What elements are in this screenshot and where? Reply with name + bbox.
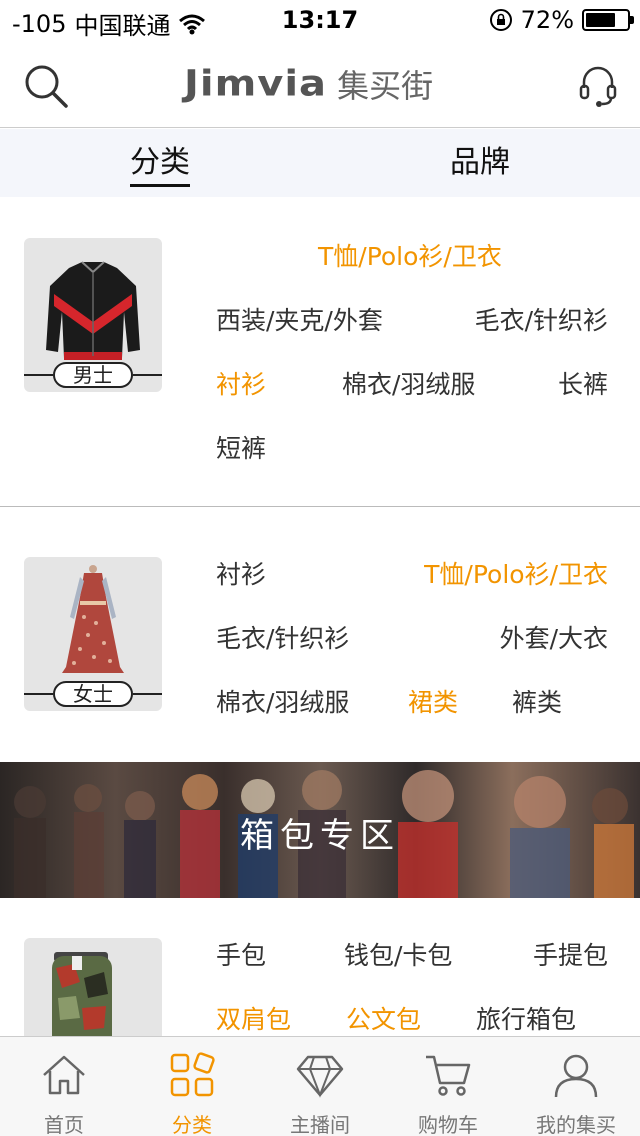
- tabbar-category[interactable]: 分类: [128, 1037, 256, 1136]
- bags-section: 手包 钱包/卡包 手提包 双肩包 公文包 旅行箱包: [0, 898, 640, 1036]
- women-link-coat[interactable]: 外套/大衣: [500, 619, 608, 655]
- women-section: 女士 衬衫 T恤/Polo衫/卫衣 毛衣/针织衫 外套/大衣 棉衣/羽绒服 裙类…: [0, 507, 640, 762]
- tabbar-cart-label: 购物车: [418, 1113, 478, 1136]
- bags-thumbnail[interactable]: [24, 938, 162, 1036]
- label-line-right: [133, 693, 162, 695]
- label-line-left: [24, 693, 53, 695]
- women-link-list: 衬衫 T恤/Polo衫/卫衣 毛衣/针织衫 外套/大衣 棉衣/羽绒服 裙类 裤类: [216, 507, 608, 762]
- men-link-shirt[interactable]: 衬衫: [216, 365, 266, 401]
- cart-icon: [426, 1055, 471, 1096]
- women-link-tshirt[interactable]: T恤/Polo衫/卫衣: [424, 555, 608, 591]
- backpack-image: [52, 952, 112, 1036]
- tab-category[interactable]: 分类: [0, 129, 320, 197]
- men-section: 男士 T恤/Polo衫/卫衣 西装/夹克/外套 毛衣/针织衫 衬衫 棉衣/羽绒服…: [0, 197, 640, 506]
- bags-link-briefcase[interactable]: 公文包: [346, 1000, 421, 1036]
- tabbar-home[interactable]: 首页: [0, 1037, 128, 1136]
- tabbar-profile[interactable]: 我的集买: [512, 1037, 640, 1136]
- men-link-tshirt[interactable]: T恤/Polo衫/卫衣: [318, 237, 502, 273]
- bags-link-backpack[interactable]: 双肩包: [216, 1000, 291, 1036]
- women-link-shirt[interactable]: 衬衫: [216, 555, 266, 591]
- customer-service-icon[interactable]: [578, 64, 618, 108]
- men-link-suit[interactable]: 西装/夹克/外套: [216, 301, 383, 337]
- women-link-skirts[interactable]: 裙类: [408, 683, 458, 719]
- category-grid-icon: [170, 1052, 215, 1097]
- tabbar-live-label: 主播间: [290, 1113, 350, 1136]
- home-icon: [43, 1055, 85, 1095]
- battery-fill: [586, 13, 615, 27]
- women-link-down-jacket[interactable]: 棉衣/羽绒服: [216, 683, 349, 719]
- status-bar: -105 中国联通 13:17 72%: [0, 0, 640, 40]
- bags-link-clutch[interactable]: 手包: [216, 936, 266, 972]
- battery-percent: 72%: [520, 6, 574, 34]
- diamond-icon: [296, 1055, 344, 1098]
- category-tabs: 分类 品牌: [0, 129, 640, 197]
- status-right: 72%: [489, 6, 634, 34]
- men-link-down-jacket[interactable]: 棉衣/羽绒服: [342, 365, 475, 401]
- women-link-sweater[interactable]: 毛衣/针织衫: [216, 619, 349, 655]
- bags-link-luggage[interactable]: 旅行箱包: [476, 1000, 576, 1036]
- tabbar-live[interactable]: 主播间: [256, 1037, 384, 1136]
- tab-brand[interactable]: 品牌: [320, 129, 640, 197]
- men-link-shorts[interactable]: 短裤: [216, 429, 266, 465]
- men-thumbnail[interactable]: 男士: [24, 238, 162, 392]
- rotation-lock-icon: [489, 9, 512, 31]
- men-link-list: T恤/Polo衫/卫衣 西装/夹克/外套 毛衣/针织衫 衬衫 棉衣/羽绒服 长裤…: [216, 197, 608, 506]
- women-thumbnail[interactable]: 女士: [24, 557, 162, 711]
- bags-link-wallet[interactable]: 钱包/卡包: [344, 936, 452, 972]
- bags-banner[interactable]: 箱包专区: [0, 762, 640, 898]
- label-line-left: [24, 374, 53, 376]
- banner-title: 箱包专区: [240, 816, 400, 856]
- men-label: 男士: [53, 362, 133, 388]
- logo-text-zh: 集买街: [337, 67, 434, 105]
- logo-text-en: Jimvia: [184, 63, 328, 105]
- battery-icon: [582, 9, 634, 31]
- tabbar-category-label: 分类: [172, 1113, 212, 1136]
- tabbar-cart[interactable]: 购物车: [384, 1037, 512, 1136]
- app-logo: Jimvia 集买街: [184, 62, 433, 106]
- bags-link-list: 手包 钱包/卡包 手提包 双肩包 公文包 旅行箱包: [216, 898, 608, 1036]
- women-label-row: 女士: [24, 681, 162, 707]
- men-label-row: 男士: [24, 362, 162, 388]
- women-link-pants[interactable]: 裤类: [512, 683, 562, 719]
- nav-header: Jimvia 集买街: [0, 40, 640, 128]
- bottom-tab-bar: 首页 分类 主播间 购物车 我的集买: [0, 1036, 640, 1136]
- women-label: 女士: [53, 681, 133, 707]
- search-icon[interactable]: [22, 62, 70, 110]
- tabbar-profile-label: 我的集买: [536, 1113, 616, 1136]
- user-icon: [554, 1054, 598, 1098]
- men-link-trousers[interactable]: 长裤: [558, 365, 608, 401]
- label-line-right: [133, 374, 162, 376]
- men-link-sweater[interactable]: 毛衣/针织衫: [475, 301, 608, 337]
- tabbar-home-label: 首页: [44, 1113, 84, 1136]
- bags-link-handbag[interactable]: 手提包: [533, 936, 608, 972]
